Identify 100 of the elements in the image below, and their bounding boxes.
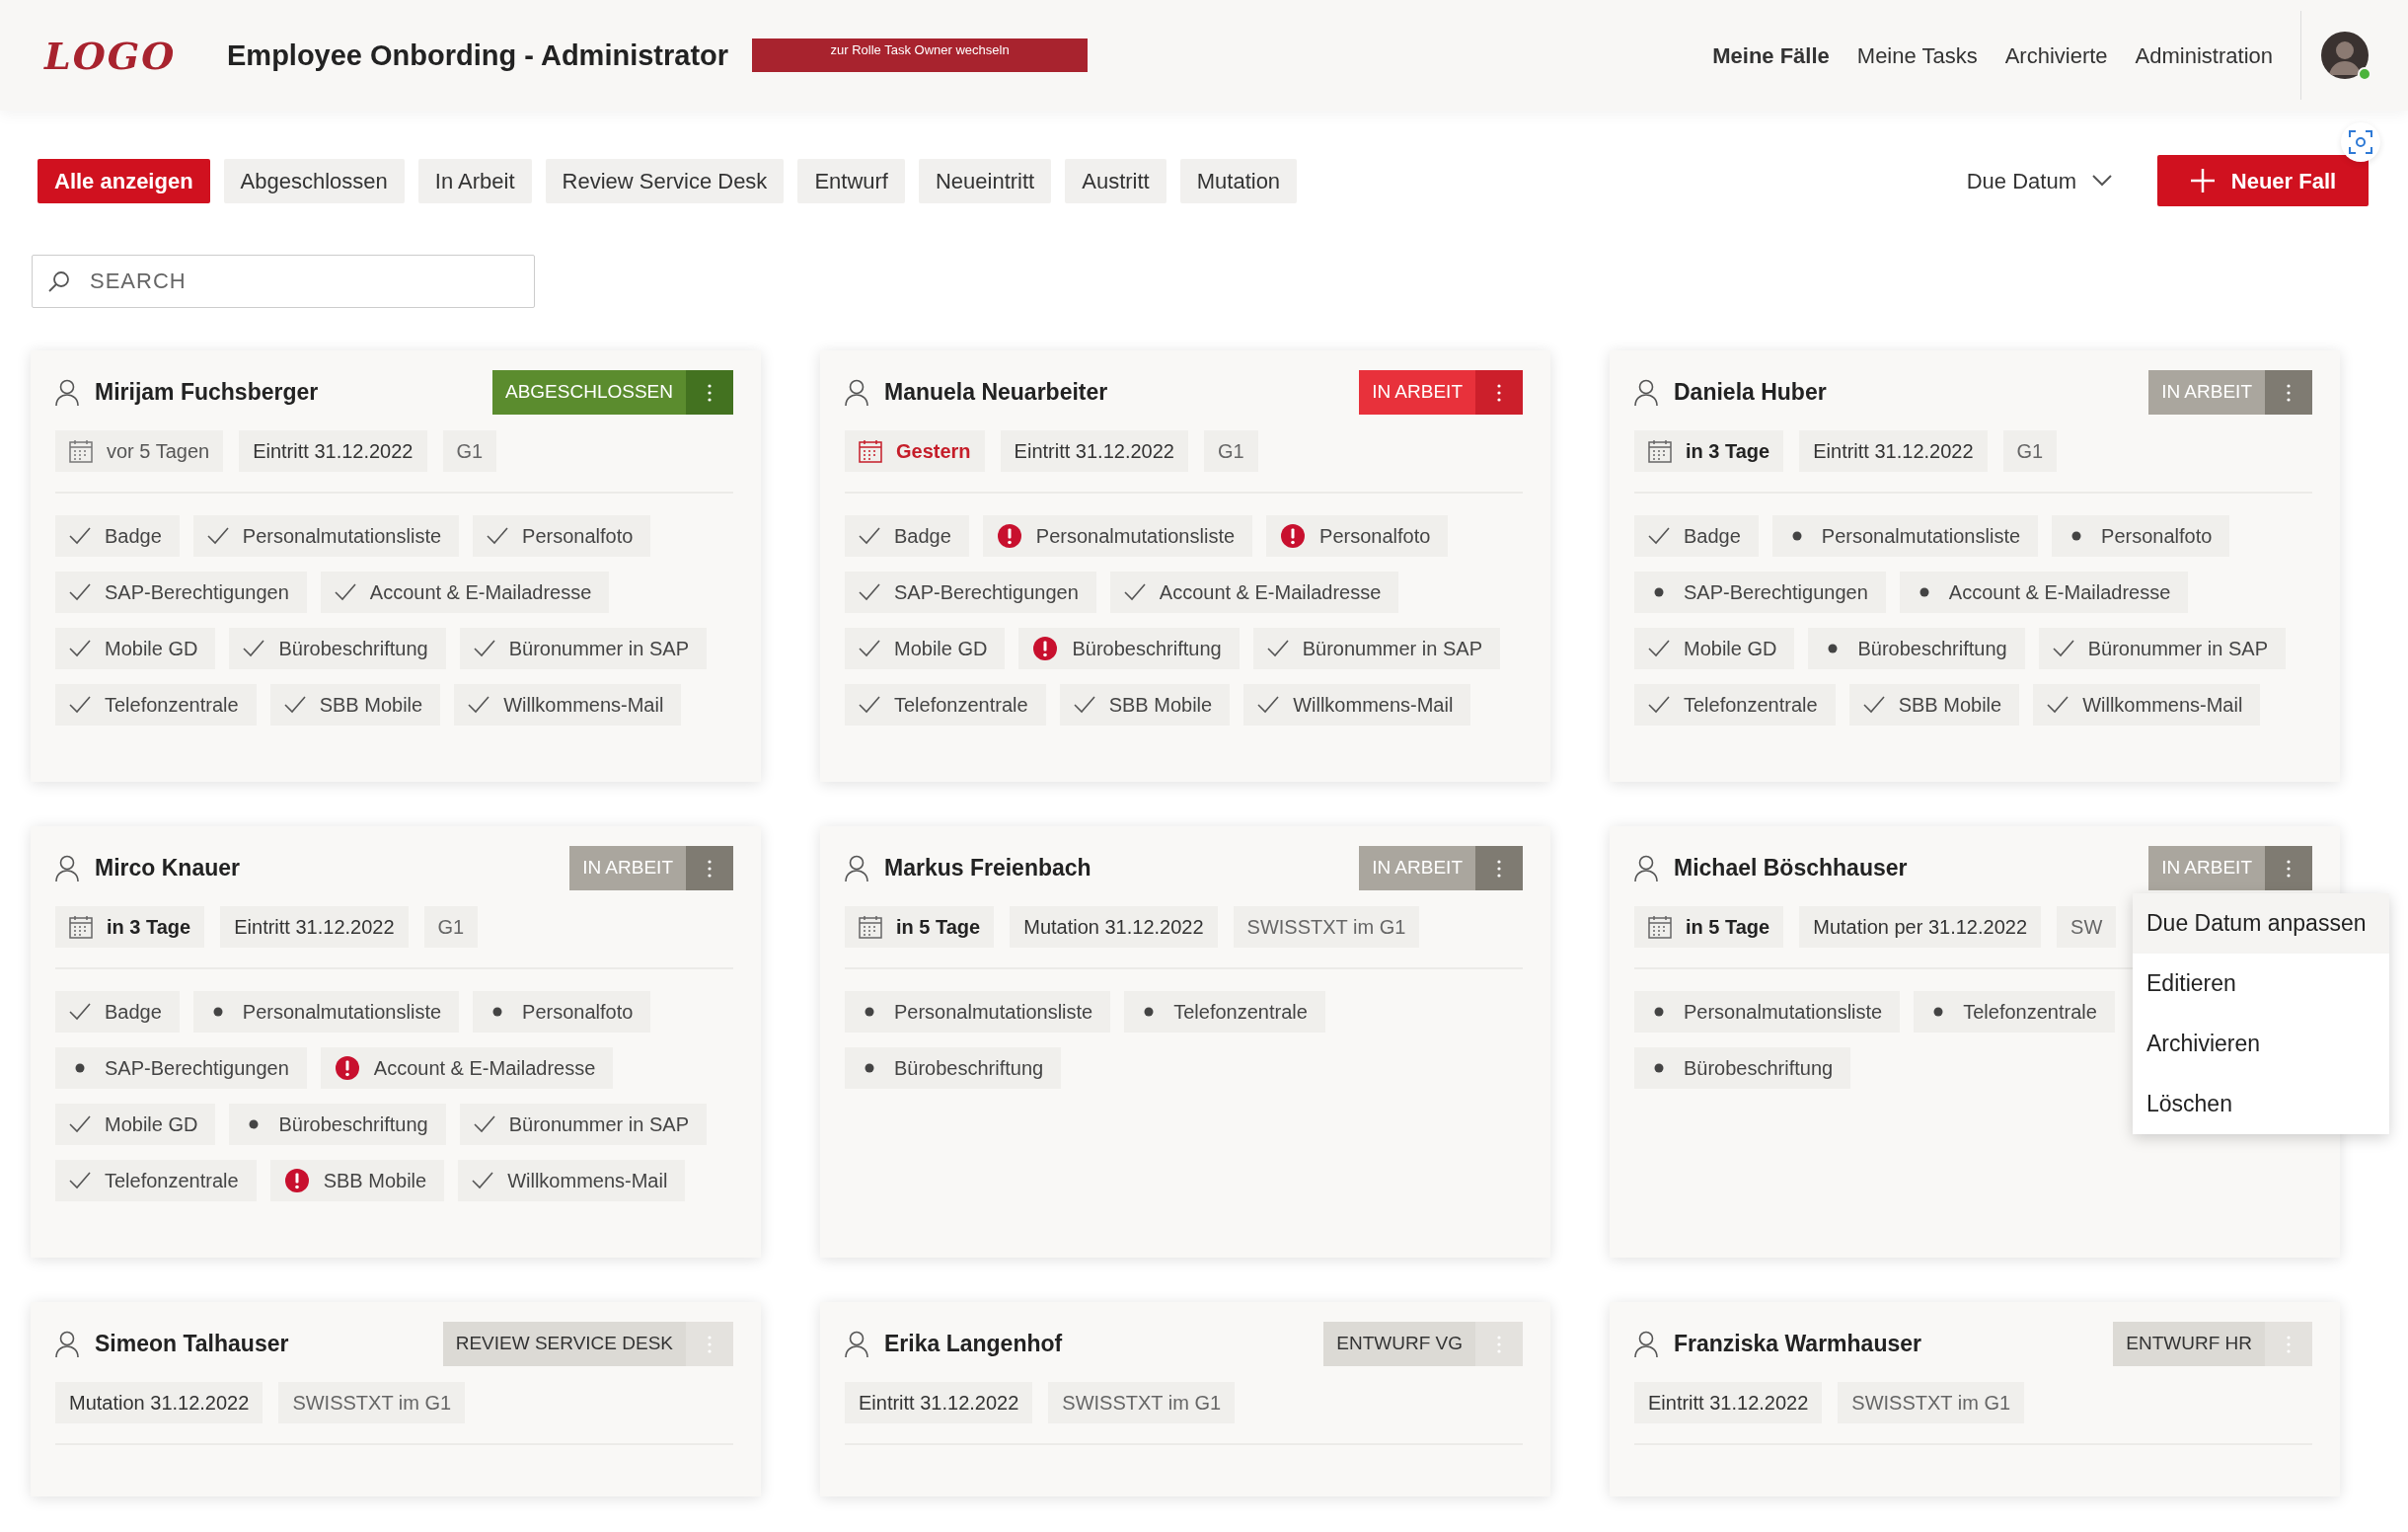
info-chip: Eintritt 31.12.2022: [845, 1382, 1033, 1423]
filter-button[interactable]: In Arbeit: [417, 158, 532, 203]
task-chip: Bürobeschriftung: [229, 628, 446, 669]
task-chip: Telefonzentrale: [55, 1160, 257, 1201]
focus-frame-icon: [2348, 129, 2373, 155]
calendar-icon: [1648, 439, 1672, 463]
status-button[interactable]: ABGESCHLOSSEN: [492, 370, 686, 415]
task-chip: Personalfoto: [2052, 515, 2230, 557]
task-chip: Badge: [845, 515, 969, 557]
info-chip: G1: [1203, 430, 1258, 472]
task-chip: Personalmutationsliste: [192, 991, 460, 1033]
person-icon: [1634, 378, 1658, 407]
task-chip: Account & E-Mailadresse: [1899, 572, 2189, 613]
person-icon: [55, 854, 79, 882]
due-date-chip: in 5 Tage: [1634, 906, 1784, 948]
menu-item[interactable]: Archivieren: [2133, 1014, 2389, 1074]
person-icon: [1634, 854, 1658, 882]
status-button[interactable]: IN ARBEIT: [1359, 370, 1475, 415]
task-chip: Personalmutationsliste: [192, 515, 460, 557]
status-button[interactable]: ENTWURF VG: [1323, 1322, 1475, 1366]
info-chip: Eintritt 31.12.2022: [1799, 430, 1988, 472]
filter-button[interactable]: Abgeschlossen: [223, 158, 405, 203]
task-chip: Telefonzentrale: [845, 684, 1046, 726]
menu-item[interactable]: Löschen: [2133, 1074, 2389, 1134]
task-chip: Telefonzentrale: [1124, 991, 1325, 1033]
kebab-icon: [1497, 383, 1501, 402]
switch-role-button[interactable]: zur Rolle Task Owner wechseln: [752, 38, 1089, 72]
nav-link[interactable]: Meine Tasks: [1843, 38, 1992, 72]
more-options-button[interactable]: [686, 1322, 733, 1366]
task-chip: Personalfoto: [473, 991, 651, 1033]
filter-button[interactable]: Mutation: [1179, 158, 1298, 203]
scan-button[interactable]: [2341, 122, 2380, 162]
more-options-button[interactable]: [1475, 846, 1523, 890]
more-options-button[interactable]: [686, 370, 733, 415]
search-field[interactable]: SEARCH: [32, 255, 535, 308]
task-chip: Willkommens-Mail: [1243, 684, 1471, 726]
task-chip: Personalmutationsliste: [1634, 991, 1901, 1033]
task-chip: SBB Mobile: [1848, 684, 2020, 726]
task-chip: Büronummer in SAP: [1252, 628, 1500, 669]
filter-button[interactable]: Alle anzeigen: [38, 158, 210, 203]
logo: LOGO: [44, 32, 178, 80]
task-chip: Willkommens-Mail: [458, 1160, 686, 1201]
kebab-icon: [708, 383, 712, 402]
task-chip: Telefonzentrale: [55, 684, 257, 726]
task-chip: Büronummer in SAP: [2038, 628, 2286, 669]
info-chip: G1: [2002, 430, 2058, 472]
menu-item[interactable]: Editieren: [2133, 954, 2389, 1014]
status-button[interactable]: ENTWURF HR: [2113, 1322, 2265, 1366]
more-options-button[interactable]: [686, 846, 733, 890]
task-chip: Telefonzentrale: [1634, 684, 1836, 726]
info-chip: Eintritt 31.12.2022: [239, 430, 427, 472]
task-chip: SBB Mobile: [269, 684, 441, 726]
kebab-icon: [2287, 859, 2291, 878]
employee-name: Michael Böschhauser: [1674, 854, 1908, 883]
task-chip: SBB Mobile: [269, 1160, 445, 1201]
employee-name: Simeon Talhauser: [95, 1330, 289, 1359]
more-options-button[interactable]: [2265, 1322, 2312, 1366]
task-chip: Account & E-Mailadresse: [320, 1047, 614, 1089]
task-chip: Bürobeschriftung: [1808, 628, 2025, 669]
task-chip: Bürobeschriftung: [845, 1047, 1062, 1089]
info-chip: SWISSTXT im G1: [1048, 1382, 1236, 1423]
more-options-button[interactable]: [2265, 846, 2312, 890]
info-chip: SW: [2057, 906, 2117, 948]
filter-button[interactable]: Austritt: [1065, 158, 1166, 203]
person-icon: [845, 1330, 868, 1358]
person-icon: [845, 854, 868, 882]
sort-dropdown[interactable]: Due Datum: [1960, 163, 2118, 198]
task-chip: Büronummer in SAP: [459, 628, 707, 669]
info-chip: G1: [423, 906, 479, 948]
menu-item[interactable]: Due Datum anpassen: [2133, 893, 2389, 954]
calendar-icon: [859, 915, 882, 939]
kebab-icon: [2287, 383, 2291, 402]
more-options-button[interactable]: [1475, 370, 1523, 415]
info-chip: Eintritt 31.12.2022: [1000, 430, 1188, 472]
more-options-button[interactable]: [2265, 370, 2312, 415]
more-options-button[interactable]: [1475, 1322, 1523, 1366]
employee-name: Franziska Warmhauser: [1674, 1330, 1921, 1359]
nav-link[interactable]: Archivierte: [1991, 38, 2122, 72]
calendar-icon: [69, 915, 93, 939]
task-chip: Account & E-Mailadresse: [1109, 572, 1399, 613]
task-chip: SAP-Berechtigungen: [55, 572, 307, 613]
task-chip: Bürobeschriftung: [1018, 628, 1240, 669]
filter-button[interactable]: Entwurf: [797, 158, 905, 203]
calendar-icon: [69, 439, 93, 463]
status-button[interactable]: REVIEW SERVICE DESK: [442, 1322, 686, 1366]
filter-button[interactable]: Neueintritt: [918, 158, 1052, 203]
person-icon: [845, 378, 868, 407]
info-chip: Eintritt 31.12.2022: [1634, 1382, 1823, 1423]
nav-link[interactable]: Administration: [2121, 38, 2287, 72]
kebab-icon: [708, 859, 712, 878]
new-case-button[interactable]: Neuer Fall: [2157, 155, 2369, 206]
task-chip: Mobile GD: [55, 628, 216, 669]
nav-link[interactable]: Meine Fälle: [1698, 38, 1844, 72]
info-chip: SWISSTXT im G1: [1233, 906, 1420, 948]
kebab-icon: [1497, 1335, 1501, 1353]
filter-button[interactable]: Review Service Desk: [545, 158, 785, 203]
task-chip: SAP-Berechtigungen: [55, 1047, 307, 1089]
kebab-icon: [2287, 1335, 2291, 1353]
task-chip: Personalfoto: [473, 515, 651, 557]
avatar[interactable]: [2321, 32, 2369, 79]
